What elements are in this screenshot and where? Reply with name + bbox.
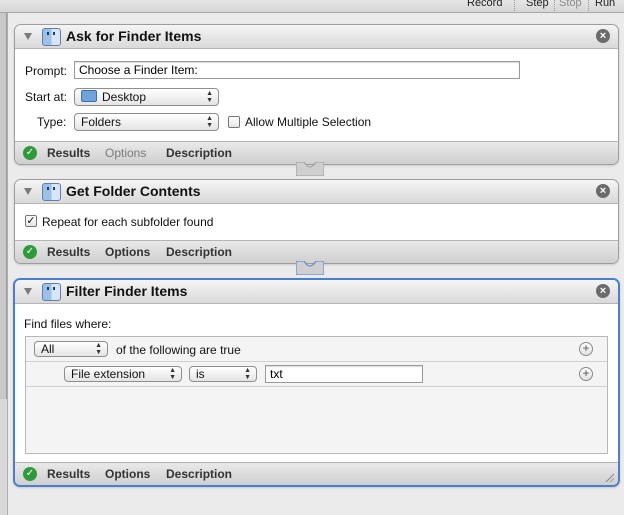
- action-title: Filter Finder Items: [66, 283, 188, 299]
- match-suffix-label: of the following are true: [116, 343, 241, 357]
- action-body: Prompt: Start at: Desktop ▲▼ Type: Folde…: [15, 49, 618, 141]
- workflow-toolbar: Record Step Stop Run: [0, 0, 624, 13]
- tab-options[interactable]: Options: [105, 467, 150, 481]
- criterion-attribute-value: File extension: [71, 367, 146, 381]
- action-connector: [296, 261, 324, 275]
- prompt-input[interactable]: [74, 61, 520, 79]
- disclosure-triangle-icon[interactable]: [24, 188, 32, 195]
- action-header[interactable]: Ask for Finder Items ×: [15, 25, 618, 49]
- popup-arrows-icon: ▲ ▼: [244, 367, 251, 381]
- start-at-popup[interactable]: Desktop ▲ ▼: [74, 88, 219, 106]
- action-get-folder-contents[interactable]: Get Folder Contents × ✓ Repeat for each …: [14, 179, 619, 264]
- tab-description[interactable]: Description: [166, 146, 232, 160]
- criterion-attribute-popup[interactable]: File extension ▲ ▼: [64, 366, 182, 382]
- type-value: Folders: [81, 115, 122, 129]
- tab-results[interactable]: Results: [47, 245, 90, 259]
- popup-arrows-icon: ▲ ▼: [169, 367, 176, 381]
- action-body: ✓ Repeat for each subfolder found: [15, 204, 618, 240]
- library-pane-edge[interactable]: [0, 13, 7, 399]
- disclosure-triangle-icon[interactable]: [24, 33, 32, 40]
- find-files-label: Find files where:: [24, 317, 112, 331]
- run-button[interactable]: Run: [595, 0, 615, 9]
- close-icon[interactable]: ×: [596, 29, 610, 43]
- disclosure-triangle-icon[interactable]: [24, 288, 32, 295]
- start-at-label: Start at:: [25, 90, 68, 104]
- action-header[interactable]: Filter Finder Items ×: [15, 280, 618, 304]
- criteria-box: All ▲ ▼ of the following are true + File …: [25, 336, 608, 454]
- action-filter-finder-items[interactable]: Filter Finder Items × Find files where: …: [13, 278, 620, 487]
- tab-description[interactable]: Description: [166, 245, 232, 259]
- finder-icon: [42, 183, 61, 201]
- close-icon[interactable]: ×: [596, 184, 610, 198]
- tab-options[interactable]: Options: [105, 245, 150, 259]
- toolbar-separator: [514, 0, 516, 11]
- popup-arrows-icon: ▲ ▼: [206, 90, 213, 104]
- add-criterion-button[interactable]: +: [579, 367, 593, 381]
- action-title: Ask for Finder Items: [66, 28, 202, 44]
- stop-button[interactable]: Stop: [559, 0, 582, 9]
- match-row: All ▲ ▼ of the following are true +: [26, 337, 607, 362]
- popup-arrows-icon: ▲ ▼: [95, 342, 102, 356]
- popup-arrows-icon: ▲ ▼: [206, 115, 213, 129]
- criterion-row: File extension ▲▼ is ▲▼ +: [26, 362, 607, 387]
- type-popup[interactable]: Folders ▲ ▼: [74, 113, 219, 131]
- step-button[interactable]: Step: [526, 0, 549, 9]
- finder-icon: [42, 283, 61, 301]
- allow-multiple-checkbox[interactable]: [228, 116, 240, 128]
- criterion-value-input[interactable]: [265, 365, 423, 383]
- allow-multiple-label: Allow Multiple Selection: [245, 115, 372, 129]
- criterion-operator-popup[interactable]: is ▲ ▼: [189, 366, 257, 382]
- criterion-operator-value: is: [196, 367, 205, 381]
- repeat-subfolder-label: Repeat for each subfolder found: [42, 215, 214, 229]
- start-at-value: Desktop: [102, 90, 147, 104]
- action-footer: ✓ Results Options Description: [15, 240, 618, 263]
- resize-grip-icon[interactable]: [604, 472, 614, 482]
- type-label: Type:: [37, 115, 67, 129]
- add-criterion-button[interactable]: +: [579, 342, 593, 356]
- toolbar-separator: [588, 0, 590, 11]
- action-header[interactable]: Get Folder Contents ×: [15, 180, 618, 204]
- tab-options[interactable]: Options: [105, 146, 146, 160]
- prompt-label: Prompt:: [25, 64, 68, 78]
- success-check-icon: ✓: [23, 245, 37, 259]
- repeat-subfolder-checkbox[interactable]: ✓: [25, 215, 37, 227]
- action-ask-for-finder-items[interactable]: Ask for Finder Items × Prompt: Start at:…: [14, 24, 619, 165]
- success-check-icon: ✓: [23, 467, 37, 481]
- action-footer: ✓ Results Options Description: [15, 462, 618, 485]
- tab-description[interactable]: Description: [166, 467, 232, 481]
- action-footer: ✓ Results Options Description: [15, 141, 618, 164]
- action-body: Find files where: All ▲ ▼ of the followin…: [15, 304, 618, 462]
- tab-results[interactable]: Results: [47, 467, 90, 481]
- match-popup[interactable]: All ▲ ▼: [34, 341, 108, 357]
- toolbar-separator: [554, 0, 556, 11]
- folder-icon: [81, 90, 97, 102]
- success-check-icon: ✓: [23, 146, 37, 160]
- record-button[interactable]: Record: [467, 0, 502, 9]
- action-connector: [296, 162, 324, 176]
- finder-icon: [42, 28, 61, 46]
- match-value: All: [41, 342, 55, 356]
- tab-results[interactable]: Results: [47, 146, 90, 160]
- action-title: Get Folder Contents: [66, 183, 201, 199]
- close-icon[interactable]: ×: [596, 284, 610, 298]
